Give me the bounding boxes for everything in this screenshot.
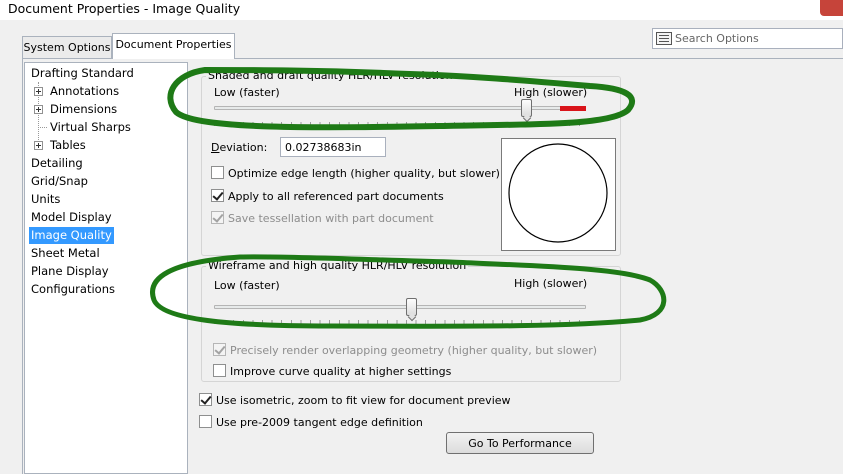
wireframe-high-label: High (slower) (514, 277, 588, 290)
shaded-group-title: Shaded and draft quality HLR/HLV resolut… (206, 69, 455, 82)
tree-item-plane-display[interactable]: Plane Display (29, 263, 111, 280)
tree-item-grid-snap[interactable]: Grid/Snap (29, 173, 90, 190)
tree-connector (38, 127, 47, 128)
expand-icon[interactable] (34, 141, 43, 150)
tree-item-virtual-sharps[interactable]: Virtual Sharps (48, 119, 133, 136)
tree-item-model-display[interactable]: Model Display (29, 209, 114, 226)
wireframe-slider-ticks (214, 320, 586, 324)
shaded-high-label: High (slower) (514, 86, 588, 99)
isometric-checkbox[interactable] (199, 393, 212, 406)
tree-item-dimensions[interactable]: Dimensions (48, 101, 119, 118)
window-title: Document Properties - Image Quality (8, 1, 241, 16)
expand-icon[interactable] (34, 105, 43, 114)
tab-system-options[interactable]: System Options (22, 36, 112, 58)
isometric-label: Use isometric, zoom to fit view for docu… (216, 394, 511, 407)
tree-item-image-quality[interactable]: Image Quality (29, 227, 114, 244)
quality-preview (501, 138, 616, 251)
improve-curve-label: Improve curve quality at higher settings (230, 365, 452, 378)
precise-render-label: Precisely render overlapping geometry (h… (230, 344, 598, 357)
search-placeholder: Search Options (675, 32, 759, 45)
title-bar: Document Properties - Image Quality (0, 0, 843, 20)
pre2009-checkbox[interactable] (199, 415, 212, 428)
tree-item-annotations[interactable]: Annotations (48, 83, 121, 100)
expand-icon[interactable] (34, 87, 43, 96)
shaded-slider-thumb[interactable] (520, 99, 532, 117)
save-tessellation-label: Save tessellation with part document (228, 212, 434, 225)
tree-item-sheet-metal[interactable]: Sheet Metal (29, 245, 102, 262)
improve-curve-checkbox[interactable] (213, 364, 226, 377)
tree-item-detailing[interactable]: Detailing (29, 155, 85, 172)
tree-item-tables[interactable]: Tables (48, 137, 88, 154)
wireframe-slider-track[interactable] (214, 305, 586, 309)
go-to-performance-button[interactable]: Go To Performance (446, 432, 594, 454)
tree-item-units[interactable]: Units (29, 191, 62, 208)
search-options-icon (656, 32, 672, 45)
optimize-edge-checkbox[interactable] (211, 166, 224, 179)
save-tessellation-checkbox[interactable] (211, 211, 224, 224)
tree-item-configurations[interactable]: Configurations (29, 281, 117, 298)
wireframe-group-title: Wireframe and high quality HLR/HLV resol… (206, 259, 469, 272)
search-box[interactable]: Search Options (652, 28, 843, 49)
shaded-low-label: Low (faster) (214, 86, 280, 99)
deviation-label: Deviation: (211, 141, 268, 154)
preview-circle (508, 143, 608, 243)
wireframe-low-label: Low (faster) (214, 279, 280, 292)
wireframe-slider-thumb[interactable] (405, 298, 417, 316)
apply-referenced-label: Apply to all referenced part documents (228, 190, 444, 203)
shaded-slider-ticks (214, 122, 586, 126)
precise-render-checkbox[interactable] (213, 343, 226, 356)
pre2009-label: Use pre-2009 tangent edge definition (216, 416, 423, 429)
tab-document-properties[interactable]: Document Properties (112, 33, 235, 59)
shaded-slider-red-zone (560, 106, 586, 111)
optimize-edge-label: Optimize edge length (higher quality, bu… (228, 167, 500, 180)
close-button[interactable] (820, 0, 843, 16)
deviation-input[interactable]: 0.02738683in (280, 137, 386, 157)
tree-item-drafting-standard[interactable]: Drafting Standard (29, 65, 136, 82)
apply-referenced-checkbox[interactable] (211, 189, 224, 202)
